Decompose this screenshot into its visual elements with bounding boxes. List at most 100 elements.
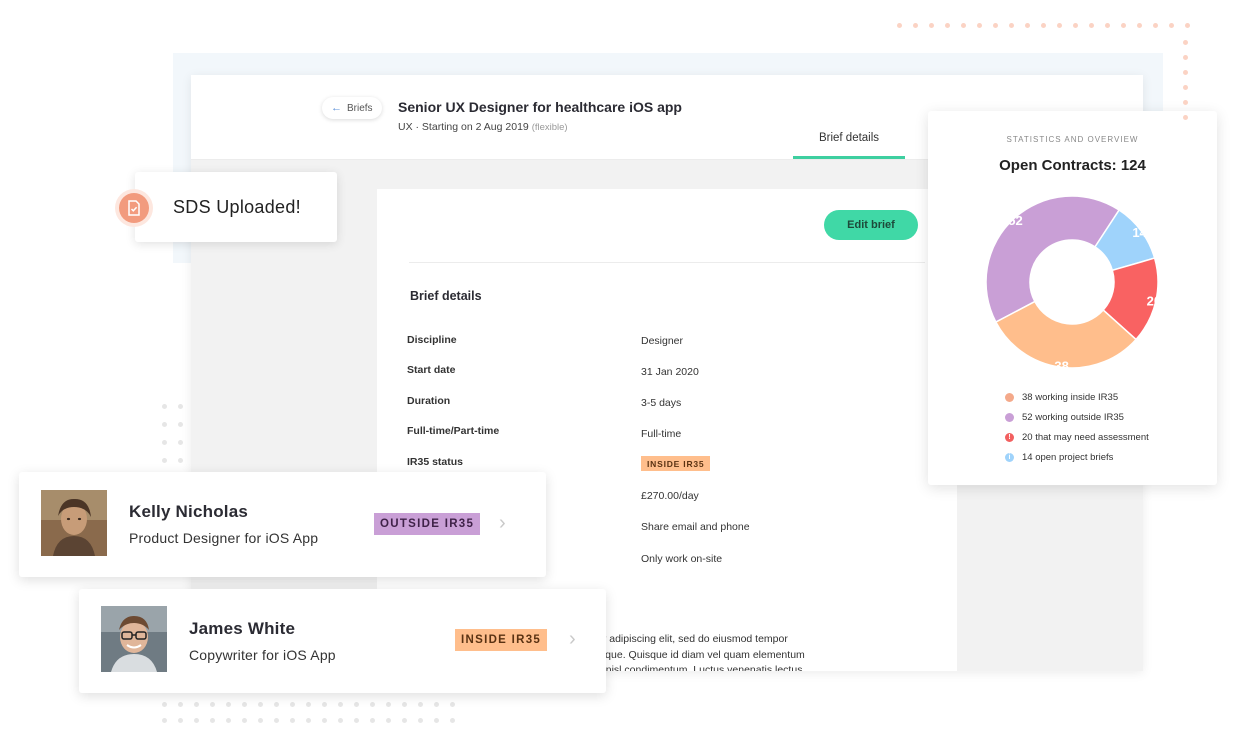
chevron-right-icon[interactable]: ›: [499, 512, 506, 535]
legend-item: 38 working inside IR35: [1005, 387, 1149, 407]
decorative-dot: [1041, 23, 1046, 28]
decorative-dot: [162, 718, 167, 723]
legend-item: ! 20 that may need assessment: [1005, 427, 1149, 447]
detail-label-duration: Duration: [407, 395, 451, 407]
page-title: Senior UX Designer for healthcare iOS ap…: [398, 99, 682, 115]
decorative-dots-top-right: [897, 23, 1201, 38]
decorative-dot: [1121, 23, 1126, 28]
decorative-dot: [274, 718, 279, 723]
tab-brief-details[interactable]: Brief details: [793, 132, 905, 144]
decorative-dot: [929, 23, 934, 28]
decorative-dot: [434, 702, 439, 707]
decorative-dot: [1183, 100, 1188, 105]
donut-slice: [985, 195, 1121, 324]
decorative-dot: [258, 718, 263, 723]
decorative-dot: [354, 702, 359, 707]
decorative-dot: [162, 458, 167, 463]
outside-ir35-badge: OUTSIDE IR35: [374, 513, 481, 535]
donut-slice-label: 20: [1147, 294, 1161, 309]
decorative-dot: [178, 422, 183, 427]
decorative-dot: [961, 23, 966, 28]
decorative-dot: [162, 422, 167, 427]
decorative-dot: [226, 702, 231, 707]
decorative-dot: [162, 404, 167, 409]
detail-label-full-time: Full-time/Part-time: [407, 425, 500, 437]
decorative-dot: [258, 702, 263, 707]
chevron-right-icon[interactable]: ›: [569, 628, 576, 651]
decorative-dot: [194, 718, 199, 723]
decorative-dot: [450, 702, 455, 707]
donut-slice-label: 14: [1132, 225, 1147, 240]
candidate-name: James White: [189, 619, 296, 638]
legend-item: 52 working outside IR35: [1005, 407, 1149, 427]
decorative-dot: [450, 718, 455, 723]
detail-value-full-time: Full-time: [641, 428, 682, 440]
active-tab-indicator: [793, 156, 905, 159]
decorative-dot: [178, 458, 183, 463]
decorative-dot: [1137, 23, 1142, 28]
avatar: [101, 606, 167, 672]
decorative-dot: [338, 718, 343, 723]
decorative-dot: [178, 702, 183, 707]
back-to-briefs-button[interactable]: ← Briefs: [322, 97, 382, 119]
decorative-dot: [178, 404, 183, 409]
decorative-dot: [290, 718, 295, 723]
start-flexible: (flexible): [531, 122, 568, 133]
detail-value-discipline: Designer: [641, 335, 684, 347]
detail-value-location: Only work on-site: [641, 553, 723, 565]
toast-message: SDS Uploaded!: [173, 197, 301, 217]
decorative-dot: [178, 718, 183, 723]
avatar: [41, 490, 107, 556]
donut-slice-label: 52: [1008, 213, 1022, 228]
decorative-dot: [210, 702, 215, 707]
decorative-dot: [1183, 70, 1188, 75]
discipline-tag: UX: [398, 121, 413, 133]
decorative-dot: [418, 718, 423, 723]
decorative-dot: [993, 23, 998, 28]
section-title: Brief details: [410, 289, 482, 303]
legend-item: i 14 open project briefs: [1005, 447, 1149, 467]
decorative-dot: [1169, 23, 1174, 28]
decorative-dot: [945, 23, 950, 28]
decorative-dots-bottom: [162, 702, 466, 734]
decorative-dot: [370, 718, 375, 723]
decorative-dot: [1105, 23, 1110, 28]
decorative-dot: [402, 702, 407, 707]
decorative-dot: [226, 718, 231, 723]
decorative-dot: [370, 702, 375, 707]
candidate-role: Copywriter for iOS App: [189, 647, 336, 663]
statistics-card: STATISTICS AND OVERVIEW Open Contracts: …: [928, 111, 1217, 485]
decorative-dot: [1153, 23, 1158, 28]
decorative-dot: [1073, 23, 1078, 28]
chart-legend: 38 working inside IR35 52 working outsid…: [1005, 387, 1149, 467]
candidate-name: Kelly Nicholas: [129, 502, 249, 521]
description-line: ur adipiscing elit, sed do eiusmod tempo…: [597, 633, 788, 645]
decorative-dot: [338, 702, 343, 707]
document-check-icon: [119, 193, 149, 223]
decorative-dot: [290, 702, 295, 707]
decorative-dot: [242, 702, 247, 707]
stats-caption: STATISTICS AND OVERVIEW: [1006, 135, 1139, 144]
candidate-card-kelly[interactable]: Kelly Nicholas Product Designer for iOS …: [19, 472, 546, 577]
legend-label: 52 working outside IR35: [1022, 411, 1124, 423]
legend-label: 20 that may need assessment: [1022, 431, 1149, 443]
brief-description: ur adipiscing elit, sed do eiusmod tempo…: [597, 632, 1017, 671]
legend-dot: [1005, 412, 1014, 422]
legend-label: 38 working inside IR35: [1022, 391, 1119, 403]
detail-value-contact: Share email and phone: [641, 521, 750, 533]
decorative-dot: [162, 702, 167, 707]
decorative-dot: [1183, 115, 1188, 120]
edit-brief-button[interactable]: Edit brief: [824, 210, 918, 240]
detail-value-duration: 3-5 days: [641, 397, 682, 409]
decorative-dot: [897, 23, 902, 28]
decorative-dot: [1025, 23, 1030, 28]
decorative-dot: [194, 702, 199, 707]
contracts-donut-chart: 52 14 20 38: [985, 195, 1161, 373]
decorative-dot: [178, 440, 183, 445]
legend-label: 14 open project briefs: [1022, 451, 1114, 463]
decorative-dot: [434, 718, 439, 723]
decorative-dot: [913, 23, 918, 28]
candidate-card-james[interactable]: James White Copywriter for iOS App INSID…: [79, 589, 606, 693]
description-line: uique. Quisque id diam vel quam elementu…: [597, 648, 805, 661]
detail-label-discipline: Discipline: [407, 334, 457, 346]
